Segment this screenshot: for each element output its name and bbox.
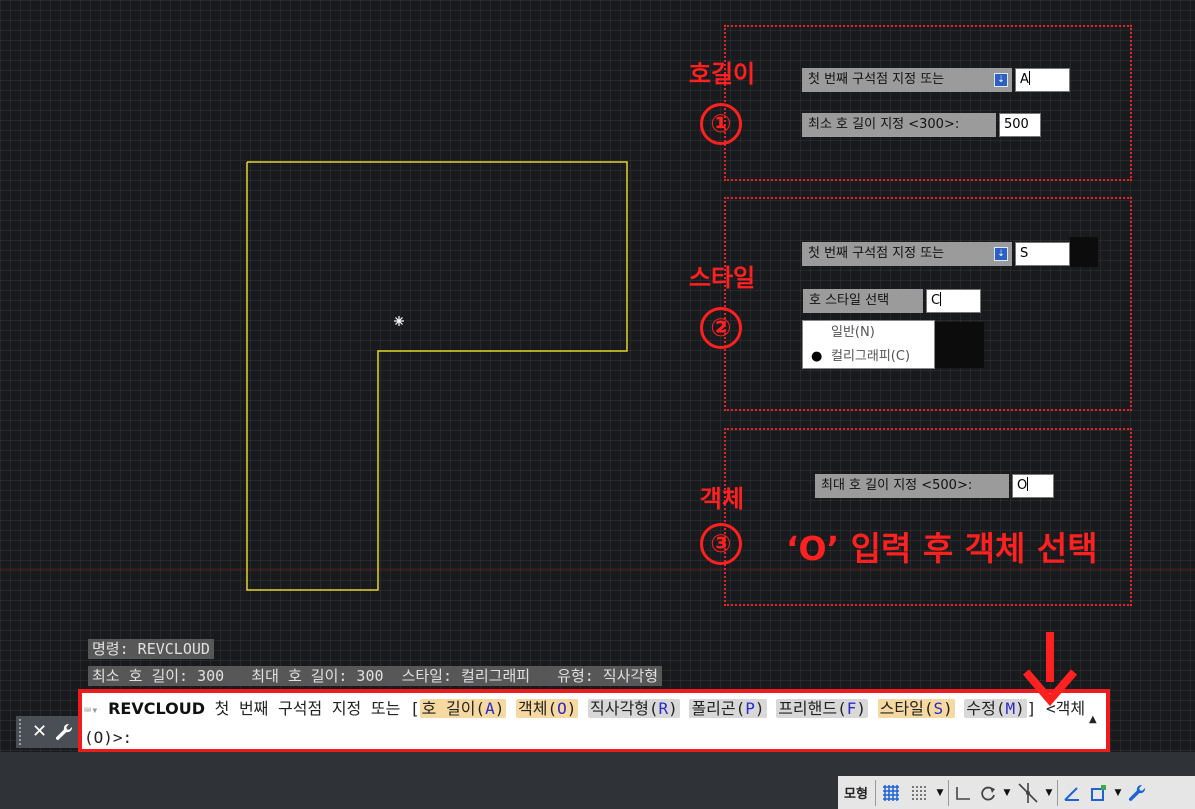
revcloud-shape[interactable] bbox=[246, 161, 628, 591]
prompt-min-arc-length-label: 최소 호 길이 지정 <300>: bbox=[808, 117, 960, 132]
command-option-label: 프리핸드 bbox=[778, 699, 838, 718]
input-arc-option[interactable]: A bbox=[1015, 68, 1070, 92]
history-expand-arrow-icon[interactable]: ▲ bbox=[1089, 714, 1097, 725]
prompt-arc-style-label: 호 스타일 선택 bbox=[809, 293, 890, 308]
workspace-icon[interactable] bbox=[1085, 779, 1111, 807]
customize-icon[interactable] bbox=[1125, 779, 1149, 807]
options-down-arrow-icon[interactable]: ⇣ bbox=[994, 247, 1008, 261]
history-line-command: 명령: REVCLOUD bbox=[88, 639, 214, 659]
command-option[interactable]: 프리핸드(F) bbox=[776, 699, 868, 718]
input-object-option-value: O bbox=[1017, 478, 1028, 493]
dropdown-shadow bbox=[934, 322, 984, 368]
history-line-settings: 최소 호 길이: 300 최대 호 길이: 300 스타일: 컬리그래피 유형:… bbox=[88, 666, 663, 686]
red-down-arrow-icon bbox=[1022, 632, 1078, 706]
command-option-label: 수정 bbox=[966, 699, 996, 718]
command-name: REVCLOUD bbox=[108, 699, 205, 718]
prompt-min-arc-length: 최소 호 길이 지정 <300>: bbox=[802, 113, 996, 137]
prompt-max-arc-length-label: 최대 호 길이 지정 <500>: bbox=[821, 478, 973, 493]
command-option-key: A bbox=[485, 699, 495, 718]
panel-arc-length-title: 호길이 bbox=[688, 60, 756, 88]
workspace-dropdown-icon[interactable]: ▼ bbox=[1111, 788, 1125, 798]
prompt-first-corner-2: 첫 번째 구석점 지정 또는 ⇣ bbox=[802, 242, 1012, 266]
prompt-shadow bbox=[1070, 237, 1098, 267]
prompt-arc-style: 호 스타일 선택 bbox=[803, 289, 923, 313]
command-option-key: R bbox=[658, 699, 669, 718]
osnap-dropdown-icon[interactable]: ▼ bbox=[1042, 788, 1056, 798]
command-option-key: S bbox=[933, 699, 944, 718]
polar-icon[interactable] bbox=[976, 779, 1000, 807]
command-option-label: 스타일 bbox=[879, 699, 924, 718]
prompt-first-corner: 첫 번째 구석점 지정 또는 ⇣ bbox=[802, 68, 1012, 92]
status-bar-tools: 모형 ▼ ▼ ▼ ▼ bbox=[838, 776, 1195, 809]
drag-handle-icon[interactable] bbox=[19, 719, 26, 745]
input-arc-style-value: C bbox=[931, 293, 941, 308]
command-option-key: O bbox=[557, 699, 567, 718]
panel-style-number: ② bbox=[700, 307, 742, 349]
input-style-option[interactable]: S bbox=[1015, 242, 1070, 266]
command-option[interactable]: 폴리곤(P) bbox=[689, 699, 767, 718]
prompt-first-corner-label: 첫 번째 구석점 지정 또는 bbox=[808, 72, 945, 87]
command-option-label: 직사각형 bbox=[590, 699, 649, 718]
arc-style-dropdown: 일반(N) ● 컬리그래피(C) bbox=[802, 320, 935, 369]
grid-icon[interactable] bbox=[877, 779, 905, 807]
command-option-key: F bbox=[846, 699, 857, 718]
close-icon[interactable]: ✕ bbox=[32, 719, 47, 745]
command-option[interactable]: 수정(M) bbox=[964, 699, 1027, 718]
polar-dropdown-icon[interactable]: ▼ bbox=[1000, 788, 1014, 798]
model-space-button[interactable]: 모형 bbox=[838, 779, 874, 807]
prompt-first-corner-2-label: 첫 번째 구석점 지정 또는 bbox=[808, 246, 945, 261]
panel-object bbox=[724, 428, 1132, 606]
command-option[interactable]: 객체(O) bbox=[515, 699, 579, 718]
panel-arc-length bbox=[724, 25, 1132, 181]
input-arc-style[interactable]: C bbox=[926, 289, 981, 313]
panel-object-number: ③ bbox=[700, 523, 742, 565]
dropdown-option-calligraphy-label: 컬리그래피(C) bbox=[831, 349, 911, 364]
command-option[interactable]: 호 길이(A) bbox=[419, 699, 507, 718]
dropdown-option-normal[interactable]: 일반(N) bbox=[803, 321, 934, 345]
panel-object-title: 객체 bbox=[699, 485, 745, 513]
command-palette-handle[interactable]: ✕ bbox=[16, 716, 78, 748]
command-option-key: M bbox=[1005, 699, 1016, 718]
option-open-bracket: [ bbox=[409, 699, 420, 718]
command-option-key: P bbox=[745, 699, 755, 718]
command-option-label: 호 길이 bbox=[421, 699, 476, 718]
panel-object-note: ‘O’ 입력 후 객체 선택 bbox=[786, 529, 1098, 568]
input-object-option[interactable]: O bbox=[1012, 474, 1054, 498]
annotation-icon[interactable] bbox=[1059, 779, 1085, 807]
wrench-icon[interactable] bbox=[54, 722, 74, 742]
command-prompt-text: 첫 번째 구석점 지정 또는 bbox=[214, 699, 401, 718]
input-arc-option-value: A bbox=[1020, 72, 1029, 87]
command-line-text[interactable]: ⌨▾ REVCLOUD 첫 번째 구석점 지정 또는 [호 길이(A) 객체(O… bbox=[84, 695, 1089, 751]
command-prompt-icon: ⌨▾ bbox=[84, 703, 99, 717]
command-options: 호 길이(A) 객체(O) 직사각형(R) 폴리곤(P) 프리핸드(F) 스타일… bbox=[419, 699, 1027, 718]
ortho-icon[interactable] bbox=[950, 779, 976, 807]
snap-icon[interactable] bbox=[905, 779, 933, 807]
command-option[interactable]: 직사각형(R) bbox=[588, 699, 680, 718]
selected-bullet-icon: ● bbox=[811, 349, 823, 364]
prompt-max-arc-length: 최대 호 길이 지정 <500>: bbox=[815, 474, 1009, 498]
panel-arc-length-number: ① bbox=[700, 103, 742, 145]
crosshair-cursor-icon bbox=[394, 316, 404, 326]
input-min-arc-length[interactable]: 500 bbox=[999, 113, 1041, 137]
command-option-label: 폴리곤 bbox=[691, 699, 736, 718]
options-down-arrow-icon[interactable]: ⇣ bbox=[994, 73, 1008, 87]
command-option-label: 객체 bbox=[517, 699, 548, 718]
command-option[interactable]: 스타일(S) bbox=[877, 699, 955, 718]
osnap-icon[interactable] bbox=[1014, 779, 1042, 807]
panel-style-title: 스타일 bbox=[688, 264, 756, 292]
dropdown-option-calligraphy[interactable]: ● 컬리그래피(C) bbox=[803, 345, 934, 369]
snap-dropdown-icon[interactable]: ▼ bbox=[933, 788, 947, 798]
dropdown-option-normal-label: 일반(N) bbox=[831, 325, 875, 340]
